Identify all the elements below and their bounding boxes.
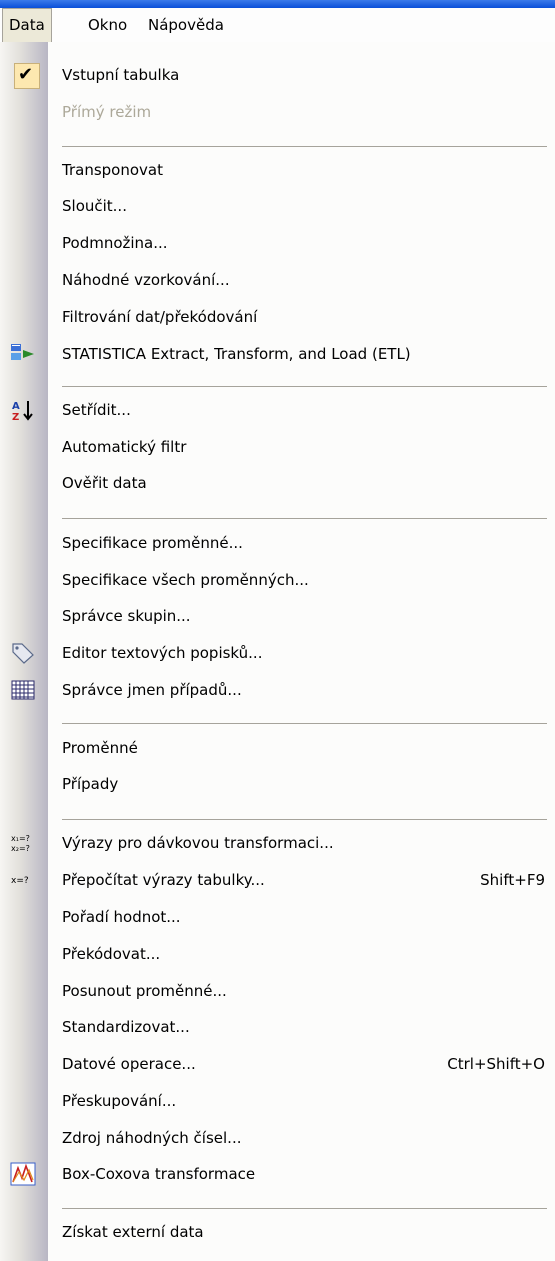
menu-item-label: STATISTICA Extract, Transform, and Load …: [62, 345, 411, 363]
menu-item-transponovat[interactable]: Transponovat: [0, 152, 555, 188]
svg-text:x=?: x=?: [11, 876, 29, 886]
menu-item-label: Výrazy pro dávkovou transformaci...: [62, 834, 334, 852]
menu-item-label: Přeskupování...: [62, 1092, 177, 1110]
menu-separator: [62, 723, 547, 724]
formula-icon: x=?: [11, 876, 29, 886]
svg-text:Z: Z: [12, 412, 19, 422]
menu-item-label: Editor textových popisků...: [62, 644, 263, 662]
menu-data[interactable]: Data: [2, 8, 52, 42]
menu-item-label: Posunout proměnné...: [62, 982, 227, 1000]
menu-item-box-cox[interactable]: Box-Coxova transformace: [0, 1156, 555, 1192]
menu-item-spravce-skupin[interactable]: Správce skupin...: [0, 598, 555, 634]
menu-item-primy-rezim: Přímý režim: [0, 94, 555, 130]
menu-item-label: Přepočítat výrazy tabulky...: [62, 871, 265, 889]
etl-icon: [11, 344, 34, 360]
menu-item-nahodne-vzorkovani[interactable]: Náhodné vzorkování...: [0, 262, 555, 298]
menu-item-label: Překódovat...: [62, 945, 161, 963]
menu-item-podmnozina[interactable]: Podmnožina...: [0, 225, 555, 261]
menu-item-label: Datové operace...: [62, 1055, 196, 1073]
svg-text:x₁=?: x₁=?: [11, 834, 30, 843]
menu-item-label: Vstupní tabulka: [62, 66, 180, 84]
menu-separator: [62, 518, 547, 519]
menu-item-label: Přímý režim: [62, 103, 152, 121]
menu-item-automaticky-filtr[interactable]: Automatický filtr: [0, 429, 555, 465]
menu-item-vstupni-tabulka[interactable]: ✔ Vstupní tabulka: [0, 57, 555, 93]
menu-separator: [62, 819, 547, 820]
menu-item-label: Specifikace všech proměnných...: [62, 571, 309, 589]
menu-item-specifikace-vsech[interactable]: Specifikace všech proměnných...: [0, 562, 555, 598]
menu-item-pripady[interactable]: Případy: [0, 766, 555, 802]
menu-item-label: Transponovat: [62, 161, 163, 179]
menu-item-posunout[interactable]: Posunout proměnné...: [0, 973, 555, 1009]
data-dropdown-menu: ✔ Vstupní tabulka Přímý režim Transponov…: [0, 42, 555, 1261]
menu-item-label: Automatický filtr: [62, 438, 187, 456]
svg-text:A: A: [12, 401, 20, 412]
menu-item-prekodovat[interactable]: Překódovat...: [0, 936, 555, 972]
menu-item-prepocitat[interactable]: x=? Přepočítat výrazy tabulky... Shift+F…: [0, 862, 555, 898]
grid-icon: [11, 680, 35, 700]
menu-item-label: Setřídit...: [62, 401, 131, 419]
menu-item-specifikace-promenne[interactable]: Specifikace proměnné...: [0, 525, 555, 561]
menu-item-label: Pořadí hodnot...: [62, 908, 181, 926]
menu-item-ziskat[interactable]: Získat externí data: [0, 1214, 555, 1250]
menu-item-label: Správce jmen případů...: [62, 681, 242, 699]
menu-separator: [62, 146, 547, 147]
menu-item-datove-operace[interactable]: Datové operace... Ctrl+Shift+O: [0, 1046, 555, 1082]
menu-item-setridit[interactable]: A Z Setřídit...: [0, 392, 555, 428]
menu-item-sloucit[interactable]: Sloučit...: [0, 188, 555, 224]
menu-item-label: Sloučit...: [62, 197, 127, 215]
menu-item-spravce-jmen[interactable]: Správce jmen případů...: [0, 672, 555, 708]
menu-separator: [62, 1208, 547, 1209]
box-cox-chart-icon: [10, 1162, 36, 1186]
batch-formula-icon: x₁=? x₂=?: [11, 834, 30, 853]
tag-icon: [12, 643, 34, 664]
shortcut-label: Ctrl+Shift+O: [447, 1055, 545, 1073]
menu-item-editor-popisku[interactable]: Editor textových popisků...: [0, 635, 555, 671]
menu-item-label: Filtrování dat/překódování: [62, 308, 258, 326]
shortcut-label: Shift+F9: [480, 871, 545, 889]
menu-bar: Data Okno Nápověda: [0, 8, 555, 43]
menu-separator: [62, 386, 547, 387]
menu-item-vyrazy-davkova[interactable]: x₁=? x₂=? Výrazy pro dávkovou transforma…: [0, 825, 555, 861]
menu-item-label: Specifikace proměnné...: [62, 534, 243, 552]
menu-item-label: Ověřit data: [62, 474, 147, 492]
menu-item-zdroj[interactable]: Zdroj náhodných čísel...: [0, 1120, 555, 1156]
menu-item-label: Standardizovat...: [62, 1018, 190, 1036]
svg-text:x₂=?: x₂=?: [11, 844, 30, 853]
menu-item-label: Zdroj náhodných čísel...: [62, 1129, 242, 1147]
menu-item-poradi-hodnot[interactable]: Pořadí hodnot...: [0, 899, 555, 935]
menu-item-label: Získat externí data: [62, 1223, 204, 1241]
menu-item-label: Případy: [62, 775, 119, 793]
sort-az-icon: A Z: [12, 401, 33, 422]
menu-item-label: Proměnné: [62, 739, 138, 757]
menu-item-overit-data[interactable]: Ověřit data: [0, 465, 555, 501]
menu-item-preskupovani[interactable]: Přeskupování...: [0, 1083, 555, 1119]
menu-item-label: Podmnožina...: [62, 234, 168, 252]
menu-item-standardizovat[interactable]: Standardizovat...: [0, 1009, 555, 1045]
checkmark-icon: ✔: [18, 64, 34, 85]
menu-item-label: Box-Coxova transformace: [62, 1165, 256, 1183]
menu-okno[interactable]: Okno: [82, 8, 133, 42]
menu-item-label: Náhodné vzorkování...: [62, 271, 230, 289]
menu-item-promenne[interactable]: Proměnné: [0, 730, 555, 766]
menu-item-label: Správce skupin...: [62, 607, 191, 625]
window-title-bar: [0, 0, 555, 8]
menu-item-filtrovani[interactable]: Filtrování dat/překódování: [0, 299, 555, 335]
menu-napoveda[interactable]: Nápověda: [142, 8, 230, 42]
menu-item-etl[interactable]: STATISTICA Extract, Transform, and Load …: [0, 336, 555, 372]
